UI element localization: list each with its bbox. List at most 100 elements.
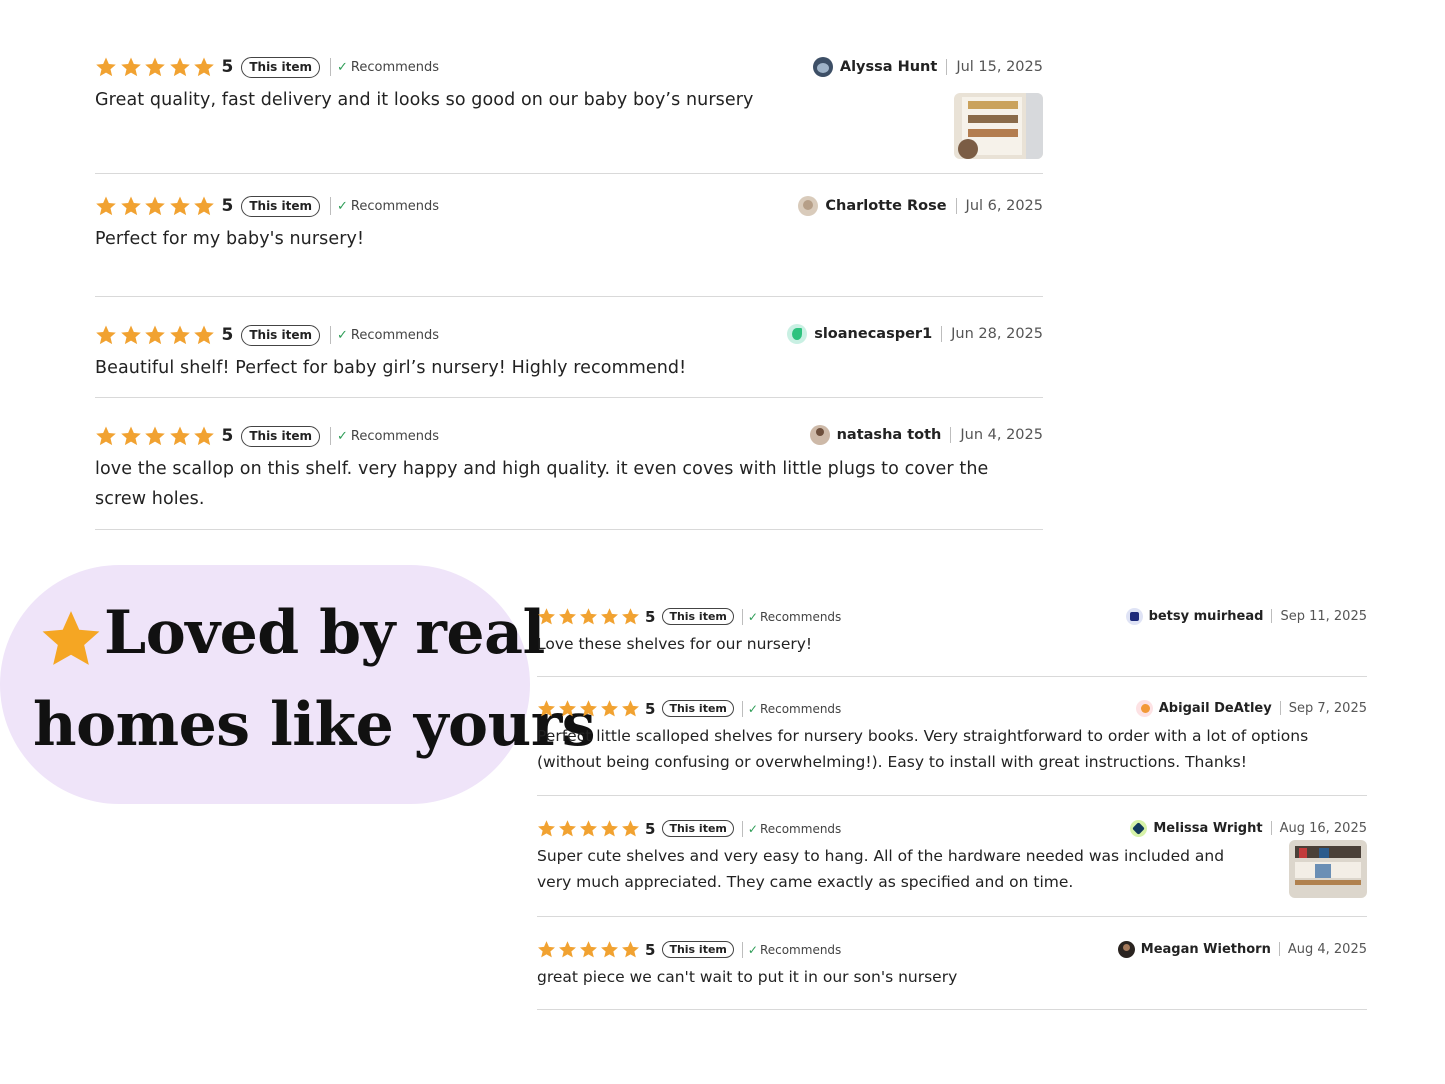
star-icon	[120, 195, 142, 217]
rating-value: 5	[645, 699, 656, 718]
this-item-badge: This item	[662, 699, 734, 718]
this-item-badge: This item	[662, 819, 734, 838]
rating-value: 5	[645, 607, 656, 626]
star-rating	[95, 425, 218, 447]
star-icon	[169, 56, 191, 78]
rating-value: 5	[221, 426, 234, 446]
star-icon	[193, 425, 215, 447]
reviewer-name[interactable]: Alyssa Hunt	[840, 59, 937, 75]
checkmark-icon: ✓	[337, 198, 348, 214]
star-icon	[579, 699, 598, 718]
rating-value: 5	[221, 325, 234, 345]
rating-value: 5	[645, 819, 656, 838]
star-icon	[558, 940, 577, 959]
review-item: 5 This item ✓ Recommends Charlotte Rose …	[95, 195, 1043, 297]
review-item: 5 This item ✓ Recommends natasha toth Ju…	[95, 398, 1043, 530]
avatar[interactable]	[809, 425, 830, 445]
checkmark-icon: ✓	[337, 59, 348, 75]
star-icon	[95, 56, 117, 78]
this-item-badge: This item	[662, 940, 734, 959]
review-meta: Charlotte Rose Jul 6, 2025	[798, 195, 1043, 217]
star-icon	[120, 56, 142, 78]
review-meta: betsy muirhead Sep 11, 2025	[1125, 606, 1367, 626]
star-icon	[537, 940, 556, 959]
divider	[330, 427, 331, 445]
star-icon	[621, 607, 640, 626]
divider	[946, 59, 948, 75]
review-meta: Alyssa Hunt Jul 15, 2025	[812, 56, 1043, 78]
star-icon	[621, 819, 640, 838]
review-text: Love these shelves for our nursery!	[537, 635, 813, 653]
reviewer-name[interactable]: Meagan Wiethorn	[1141, 942, 1271, 957]
divider	[1278, 942, 1280, 956]
recommends-label: Recommends	[350, 327, 440, 343]
star-icon	[537, 607, 556, 626]
rating-value: 5	[221, 196, 234, 216]
avatar[interactable]	[1125, 607, 1143, 625]
star-icon	[558, 819, 577, 838]
star-rating	[95, 56, 218, 78]
reviewer-name[interactable]: Melissa Wright	[1153, 821, 1262, 836]
star-icon	[169, 425, 191, 447]
avatar[interactable]	[1130, 819, 1148, 837]
star-icon	[537, 699, 556, 718]
star-rating	[537, 699, 642, 718]
star-icon	[120, 324, 142, 346]
star-icon	[120, 425, 142, 447]
reviewer-name[interactable]: Charlotte Rose	[825, 198, 946, 214]
star-icon	[193, 56, 215, 78]
star-rating	[95, 195, 218, 217]
review-item: 5 This item ✓ Recommends betsy muirhead …	[537, 601, 1367, 677]
star-icon	[537, 819, 556, 838]
star-icon	[600, 940, 619, 959]
review-date: Jun 4, 2025	[960, 427, 1043, 443]
this-item-badge: This item	[241, 195, 320, 217]
badge-headline-line2: homes like yours	[33, 690, 596, 760]
star-rating	[95, 324, 218, 346]
star-icon	[95, 324, 117, 346]
avatar[interactable]	[812, 57, 833, 77]
divider	[330, 326, 331, 344]
reviewer-name[interactable]: natasha toth	[837, 427, 942, 443]
review-meta: natasha toth Jun 4, 2025	[809, 424, 1043, 446]
star-icon	[144, 324, 166, 346]
checkmark-icon: ✓	[747, 701, 758, 716]
reviewer-name[interactable]: sloanecasper1	[814, 326, 932, 342]
avatar[interactable]	[1135, 699, 1153, 717]
review-photo[interactable]	[954, 93, 1043, 159]
avatar[interactable]	[798, 196, 819, 216]
divider	[950, 427, 952, 443]
review-photo[interactable]	[1289, 840, 1367, 898]
review-item: 5 This item ✓ Recommends Melissa Wright …	[537, 796, 1367, 917]
review-item: 5 This item ✓ Recommends sloanecasper1 J…	[95, 297, 1043, 398]
review-text: Great quality, fast delivery and it look…	[95, 90, 754, 110]
review-date: Sep 11, 2025	[1280, 608, 1367, 624]
avatar[interactable]	[787, 324, 808, 344]
star-icon	[558, 607, 577, 626]
star-icon	[169, 324, 191, 346]
checkmark-icon: ✓	[747, 942, 758, 957]
review-date: Aug 16, 2025	[1279, 820, 1367, 836]
review-item: 5 This item ✓ Recommends Meagan Wiethorn…	[537, 917, 1367, 1010]
divider	[1270, 821, 1272, 835]
review-text: Beautiful shelf! Perfect for baby girl’s…	[95, 358, 687, 378]
review-text: Super cute shelves and very easy to hang…	[537, 847, 1225, 891]
divider	[941, 326, 943, 342]
divider	[955, 198, 957, 214]
divider	[741, 700, 743, 717]
review-meta: sloanecasper1 Jun 28, 2025	[787, 323, 1043, 345]
this-item-badge: This item	[241, 425, 320, 447]
reviewer-name[interactable]: betsy muirhead	[1149, 609, 1264, 624]
star-icon	[558, 699, 577, 718]
star-icon	[144, 195, 166, 217]
this-item-badge: This item	[662, 607, 734, 626]
star-emoji-icon	[42, 611, 100, 665]
badge-headline-line1: Loved by real	[104, 598, 545, 668]
recommends-label: Recommends	[350, 198, 440, 214]
reviewer-name[interactable]: Abigail DeAtley	[1159, 701, 1272, 716]
divider	[741, 608, 743, 625]
checkmark-icon: ✓	[337, 327, 348, 343]
bottom-review-list: 5 This item ✓ Recommends betsy muirhead …	[537, 601, 1367, 1010]
recommends-label: Recommends	[350, 59, 440, 75]
avatar[interactable]	[1117, 940, 1135, 958]
